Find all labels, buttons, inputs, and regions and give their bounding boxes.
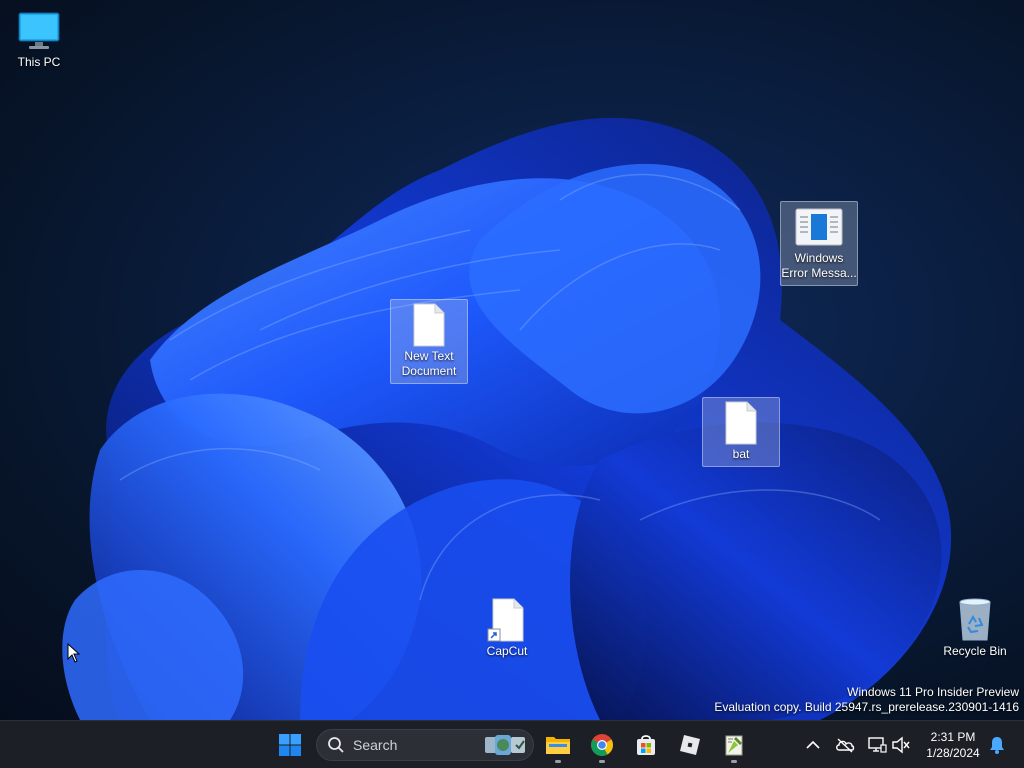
taskbar-notepad-plus-plus[interactable] [716,727,752,763]
evaluation-watermark: Windows 11 Pro Insider Preview Evaluatio… [714,685,1019,715]
watermark-build: Evaluation copy. Build 25947.rs_prerelea… [714,700,1019,714]
desktop-icon-bat[interactable]: bat [702,397,780,467]
tray-volume[interactable] [890,734,912,756]
windows-logo-icon [279,734,301,756]
show-hidden-icons-button[interactable] [802,734,824,756]
desktop-icon-windows-error-message[interactable]: Windows Error Messa... [780,201,858,286]
network-icon [868,737,887,753]
desktop-icon-new-text-document[interactable]: New Text Document [390,299,468,384]
shortcut-file-icon [483,598,531,642]
chevron-up-icon [806,740,820,749]
taskbar-microsoft-store[interactable] [628,727,664,763]
desktop-icon-this-pc[interactable]: This PC [0,6,78,73]
search-icon [328,737,344,753]
desktop-icon-label: Windows Error Messa... [781,251,857,280]
running-indicator [599,760,605,763]
microsoft-store-icon [637,735,655,755]
mouse-cursor-icon [67,642,81,668]
taskbar: Search 2:31 PM 1/28/2024 [0,720,1024,768]
clock-time: 2:31 PM [930,730,976,744]
text-file-icon [405,303,453,347]
taskbar-search-box[interactable]: Search [316,729,534,761]
running-indicator [731,760,737,763]
search-placeholder: Search [353,737,398,753]
desktop-icon-label: Recycle Bin [943,644,1007,658]
desktop[interactable]: This PC Windows Error Messa... New Text … [0,0,1024,720]
application-window-icon [795,205,843,249]
bell-icon [990,737,1004,754]
monitor-icon [15,9,63,53]
notifications-button[interactable] [986,734,1008,756]
clock-date: 1/28/2024 [926,746,980,760]
desktop-icon-label: This PC [17,55,61,69]
search-highlight-icon [485,735,525,755]
desktop-icon-label: bat [732,447,750,461]
onedrive-offline-icon [836,738,855,753]
desktop-icon-label: New Text Document [401,349,457,378]
watermark-edition: Windows 11 Pro Insider Preview [847,685,1019,699]
batch-file-icon [717,401,765,445]
taskbar-clock[interactable]: 2:31 PM 1/28/2024 [918,729,988,761]
notepad-plus-icon [725,735,743,756]
chrome-icon [591,734,613,756]
desktop-icon-recycle-bin[interactable]: Recycle Bin [936,595,1014,662]
desktop-icon-label: CapCut [486,644,528,658]
taskbar-roblox[interactable] [672,727,708,763]
volume-muted-icon [892,736,910,754]
desktop-icon-capcut[interactable]: CapCut [468,595,546,662]
file-explorer-icon [546,737,570,754]
running-indicator [555,760,561,763]
tray-onedrive[interactable] [834,734,856,756]
roblox-icon [680,735,700,755]
recycle-bin-icon [951,598,999,642]
start-button[interactable] [272,727,308,763]
tray-network[interactable] [866,734,888,756]
taskbar-file-explorer[interactable] [540,727,576,763]
taskbar-chrome[interactable] [584,727,620,763]
